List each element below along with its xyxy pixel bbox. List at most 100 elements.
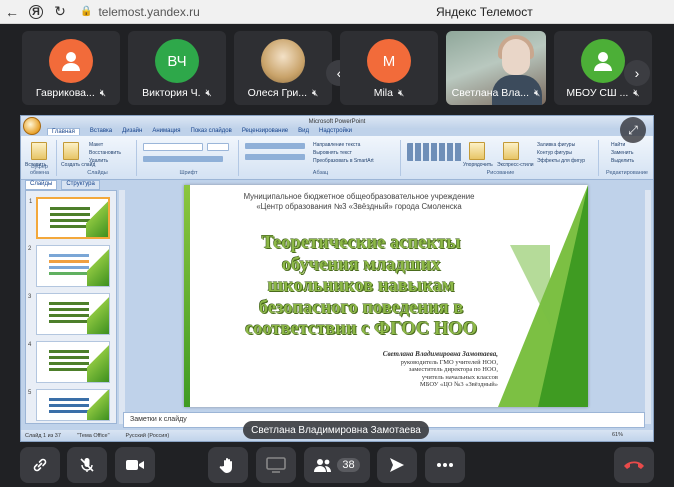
address-bar[interactable]: telemost.yandex.ru — [98, 5, 199, 19]
find-label[interactable]: Найти — [611, 142, 625, 148]
video-face — [502, 39, 530, 75]
font-size-select[interactable] — [207, 143, 229, 151]
participant-tile[interactable]: Олеся Гри... 🔇︎ — [234, 31, 332, 105]
tab-outline[interactable]: Структура — [61, 180, 100, 190]
call-toolbar: 38 — [0, 444, 674, 487]
author-line: МБОУ «ЦО №3 «Звёздный» — [419, 381, 498, 388]
raise-hand-button[interactable] — [208, 447, 248, 483]
select-label[interactable]: Выделить — [611, 158, 634, 164]
more-button[interactable] — [425, 447, 465, 483]
author-name: Светлана Владимировна Замотаева, — [382, 350, 498, 358]
slide-thumbnail[interactable]: 2 — [28, 245, 110, 287]
ppt-tab-view[interactable]: Вид — [298, 128, 309, 135]
title-line: соответствии с ФГОС НОО — [244, 319, 478, 339]
shared-screen[interactable]: Microsoft PowerPoint Главная Вставка Диз… — [20, 115, 654, 442]
ppt-tab-insert[interactable]: Вставка — [90, 128, 112, 135]
ppt-tab-slideshow[interactable]: Показ слайдов — [191, 128, 232, 135]
fill-label[interactable]: Заливка фигуры — [537, 142, 575, 148]
ribbon-group-paragraph: Направление текста Выровнять текст Преоб… — [241, 140, 401, 176]
participant-name-row: Гаврикова... 🔇︎ — [22, 87, 120, 99]
ribbon-group-editing: Найти Заменить Выделить Редактирование — [601, 140, 653, 176]
ppt-tab-design[interactable]: Дизайн — [122, 128, 142, 135]
effects-label[interactable]: Эффекты для фигур — [537, 158, 585, 164]
slide-thumbnail[interactable]: 1 — [29, 197, 110, 239]
slide-thumbnail[interactable]: 3 — [28, 293, 110, 335]
delete-label[interactable]: Удалить — [89, 158, 108, 164]
arrange-icon[interactable] — [469, 142, 485, 160]
camera-button[interactable] — [115, 447, 155, 483]
group-label: Слайды — [87, 170, 108, 176]
reset-label[interactable]: Восстановить — [89, 150, 121, 156]
outline-label[interactable]: Контур фигуры — [537, 150, 572, 156]
new-slide-icon[interactable] — [63, 142, 79, 160]
list-buttons[interactable] — [245, 143, 305, 149]
lock-icon: 🔒 — [80, 6, 93, 17]
participants-button[interactable]: 38 — [304, 447, 370, 483]
quick-styles-label[interactable]: Экспресс-стили — [497, 162, 534, 168]
layout-label[interactable]: Макет — [89, 142, 103, 148]
office-button-icon[interactable] — [23, 117, 41, 135]
author-line: руководитель ГМО учителей НОО, — [400, 358, 498, 366]
mic-off-icon — [80, 458, 94, 472]
shapes-gallery[interactable] — [407, 143, 463, 161]
thumbnails-scrollbar[interactable] — [119, 190, 125, 424]
paste-icon[interactable] — [31, 142, 47, 160]
font-family-select[interactable] — [143, 143, 203, 151]
slide-thumbnails: 1 2 3 4 5 — [25, 190, 117, 424]
avatar: M — [367, 39, 411, 83]
current-slide[interactable]: Муниципальное бюджетное общеобразователь… — [184, 185, 588, 407]
font-format-buttons[interactable] — [143, 156, 223, 162]
replace-label[interactable]: Заменить — [611, 150, 633, 156]
author-line: учитель начальных классов — [421, 373, 498, 381]
ppt-tab-home[interactable]: Главная — [47, 128, 80, 135]
participant-tile[interactable]: ВЧ Виктория Ч. 🔇︎ — [128, 31, 226, 105]
avatar — [49, 39, 93, 83]
screen-share-icon — [266, 457, 286, 473]
author-line: заместитель директора по НОО, — [408, 366, 498, 373]
yandex-browser-icon[interactable]: Я — [29, 4, 43, 19]
align-buttons[interactable] — [245, 154, 305, 160]
align-text-label[interactable]: Выровнять текст — [313, 150, 352, 156]
ppt-tab-addins[interactable]: Надстройки — [319, 128, 352, 135]
participant-name-row: Олеся Гри... 🔇︎ — [234, 87, 332, 99]
speaker-label: Светлана Владимировна Замотаева — [243, 421, 429, 439]
participant-tile[interactable]: M Mila 🔇︎ — [340, 31, 438, 105]
tab-slides[interactable]: Слайды — [25, 180, 58, 190]
browser-toolbar: ← Я ↻ 🔒 telemost.yandex.ru Яндекс Телемо… — [0, 0, 674, 24]
group-label: Рисование — [486, 170, 515, 176]
reactions-button[interactable] — [377, 447, 417, 483]
slide-thumbnail[interactable]: 5 — [28, 389, 110, 421]
group-label: Абзац — [312, 170, 329, 176]
participant-tile[interactable]: Гаврикова... 🔇︎ — [22, 31, 120, 105]
participant-name-row: Mila 🔇︎ — [340, 87, 438, 99]
status-zoom[interactable]: 61% — [612, 432, 623, 438]
participant-name: Светлана Вла... — [451, 87, 530, 99]
ppt-tab-animation[interactable]: Анимация — [152, 128, 180, 135]
participant-tile-video[interactable]: Светлана Вла... 🔇︎ — [446, 31, 546, 105]
end-call-button[interactable] — [614, 447, 654, 483]
expand-icon[interactable]: ⤢ — [620, 117, 646, 143]
title-line: школьников навыкам — [267, 276, 455, 296]
ribbon-group-clipboard: Вставить Буфер обмена — [23, 140, 57, 176]
screen-share-button[interactable] — [256, 447, 296, 483]
link-button[interactable] — [20, 447, 60, 483]
mic-off-icon: 🔇︎ — [99, 87, 107, 99]
mic-off-icon: 🔇︎ — [205, 87, 212, 99]
back-icon[interactable]: ← — [0, 0, 24, 24]
person-icon — [594, 52, 612, 71]
title-line: безопасного поведения в — [258, 297, 464, 318]
slide-left-accent — [184, 185, 190, 407]
smartart-label[interactable]: Преобразовать в SmartArt — [313, 158, 374, 164]
arrange-label[interactable]: Упорядочить — [463, 162, 493, 168]
slide-thumbnail[interactable]: 4 — [28, 341, 110, 383]
chevron-right-icon[interactable]: › — [624, 60, 650, 86]
mic-button[interactable] — [67, 447, 107, 483]
quick-styles-icon[interactable] — [503, 142, 519, 160]
ppt-window-title: Microsoft PowerPoint — [21, 116, 653, 128]
send-icon — [390, 458, 404, 472]
group-label: Редактирование — [606, 170, 648, 176]
ppt-tab-review[interactable]: Рецензирование — [242, 128, 288, 135]
reload-icon[interactable]: ↻ — [48, 0, 72, 24]
slide-scrollbar[interactable] — [645, 190, 651, 424]
text-direction-label[interactable]: Направление текста — [313, 142, 360, 148]
